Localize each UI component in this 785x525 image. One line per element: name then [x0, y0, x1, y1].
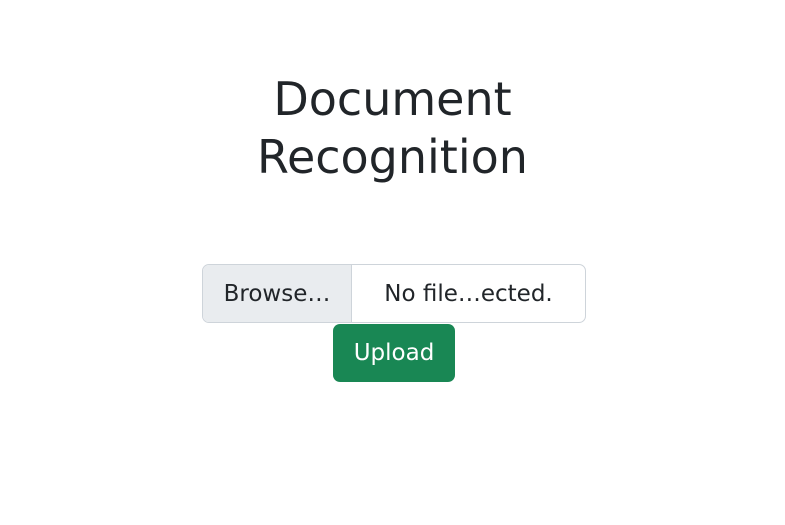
upload-button[interactable]: Upload: [333, 324, 455, 382]
page: Document Recognition Browse… No file…ect…: [0, 0, 785, 525]
browse-button[interactable]: Browse…: [203, 265, 352, 322]
file-name-label[interactable]: No file…ected.: [352, 265, 585, 322]
file-input[interactable]: Browse… No file…ected.: [202, 264, 586, 323]
page-title: Document Recognition: [0, 70, 785, 186]
page-title-line-1: Document: [273, 72, 512, 126]
page-title-line-2: Recognition: [257, 130, 528, 184]
